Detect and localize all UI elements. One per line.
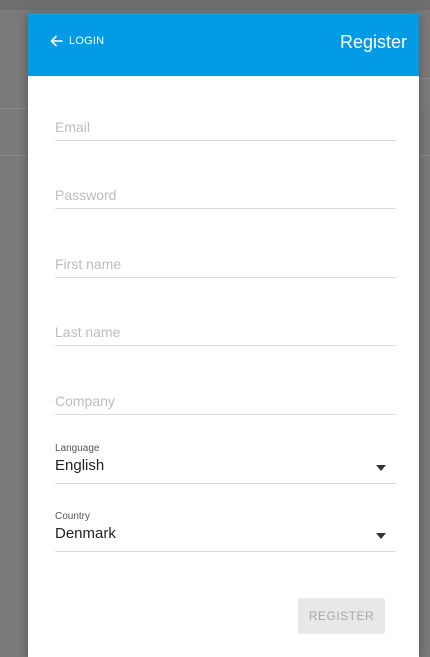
background-page-edge [419, 78, 430, 109]
country-label: Country [55, 511, 91, 522]
first-name-field [55, 247, 396, 278]
dialog-title: Register [339, 32, 407, 52]
caret-down-icon [376, 465, 386, 471]
language-label: Language [55, 443, 100, 454]
back-label: LOGIN [69, 35, 105, 47]
country-value: Denmark [55, 525, 116, 542]
register-dialog: LOGIN Register Language English Country … [28, 13, 419, 657]
password-input[interactable] [55, 187, 396, 203]
email-input[interactable] [55, 119, 396, 135]
language-select[interactable]: Language English [55, 443, 396, 484]
field-underline [55, 551, 396, 552]
last-name-input[interactable] [55, 324, 396, 340]
country-select[interactable]: Country Denmark [55, 511, 396, 552]
field-underline [55, 140, 396, 141]
register-button[interactable]: REGISTER [298, 598, 385, 634]
field-underline [55, 208, 396, 209]
back-to-login-button[interactable]: LOGIN [50, 35, 104, 47]
password-field [55, 178, 396, 209]
last-name-field [55, 315, 396, 346]
field-underline [55, 414, 396, 415]
field-underline [55, 345, 396, 346]
field-underline [55, 277, 396, 278]
arrow-left-icon [50, 35, 63, 47]
first-name-input[interactable] [55, 256, 396, 272]
language-value: English [55, 457, 105, 474]
dialog-header: LOGIN Register [28, 13, 419, 76]
company-field [55, 384, 396, 415]
background-overlay-top [0, 0, 430, 10]
company-input[interactable] [55, 393, 396, 409]
field-underline [55, 483, 396, 484]
caret-down-icon [376, 533, 386, 539]
email-field [55, 110, 396, 141]
